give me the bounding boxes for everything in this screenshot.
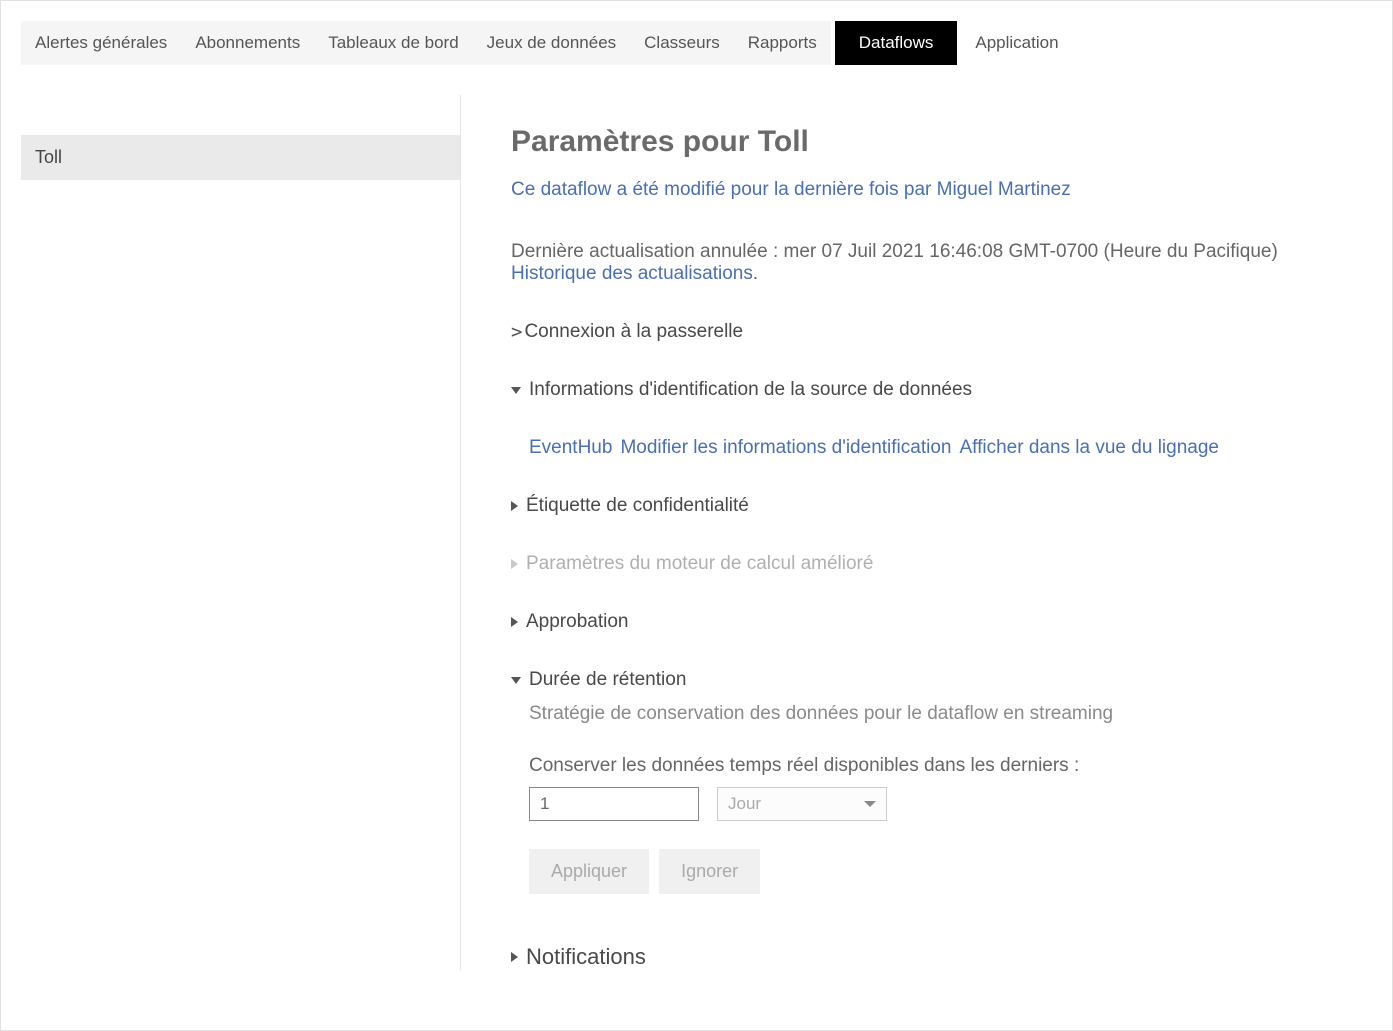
endorsement-header[interactable]: Approbation xyxy=(511,611,1362,633)
caret-down-icon xyxy=(511,677,521,684)
section-ds-credentials: Informations d'identification de la sour… xyxy=(511,379,1362,459)
refresh-block: Dernière actualisation annulée : mer 07 … xyxy=(511,241,1362,285)
retention-inputs: Jour xyxy=(529,787,1362,821)
sidebar-item-toll[interactable]: Toll xyxy=(21,135,460,180)
section-endorsement: Approbation xyxy=(511,611,1362,633)
retention-unit-text: Jour xyxy=(728,794,761,814)
ds-source-name: EventHub xyxy=(529,437,612,459)
retention-title-label: Durée de rétention xyxy=(529,669,686,691)
retention-buttons: Appliquer Ignorer xyxy=(529,849,1362,894)
retention-unit-select[interactable]: Jour xyxy=(717,787,887,821)
refresh-history-link[interactable]: Historique des actualisations xyxy=(511,263,753,284)
section-retention: Durée de rétention Stratégie de conserva… xyxy=(511,669,1362,894)
caret-right-icon xyxy=(511,559,518,569)
tab-application[interactable]: Application xyxy=(961,21,1072,65)
tab-workbooks[interactable]: Classeurs xyxy=(630,21,734,65)
section-enhanced-engine: Paramètres du moteur de calcul amélioré xyxy=(511,553,1362,575)
tab-reports[interactable]: Rapports xyxy=(734,21,831,65)
tab-datasets[interactable]: Jeux de données xyxy=(473,21,631,65)
content-area: Toll Paramètres pour Toll Ce dataflow a … xyxy=(1,95,1392,970)
tab-dashboards[interactable]: Tableaux de bord xyxy=(314,21,472,65)
tabs-bar: Alertes générales Abonnements Tableaux d… xyxy=(1,1,1392,65)
ds-credentials-label: Informations d'identification de la sour… xyxy=(529,379,972,401)
sensitivity-label-header[interactable]: Étiquette de confidentialité xyxy=(511,495,1362,517)
tab-general-alerts[interactable]: Alertes générales xyxy=(21,21,181,65)
edit-credentials-link[interactable]: Modifier les informations d'identificati… xyxy=(620,437,951,459)
ds-credentials-body: EventHub Modifier les informations d'ide… xyxy=(529,437,1362,459)
caret-right-icon: > xyxy=(511,321,522,343)
caret-right-icon xyxy=(511,501,518,511)
chevron-down-icon xyxy=(864,801,876,807)
retention-header[interactable]: Durée de rétention xyxy=(511,669,1362,691)
discard-button[interactable]: Ignorer xyxy=(659,849,760,894)
tab-dataflows[interactable]: Dataflows xyxy=(835,21,958,65)
caret-right-icon xyxy=(511,952,518,962)
period: . xyxy=(753,263,758,284)
retention-value-input[interactable] xyxy=(529,787,699,821)
notifications-label: Notifications xyxy=(526,944,646,970)
enhanced-engine-header: Paramètres du moteur de calcul amélioré xyxy=(511,553,1362,575)
gateway-connection-label: Connexion à la passerelle xyxy=(524,321,743,343)
modified-by-link[interactable]: Ce dataflow a été modifié pour la derniè… xyxy=(511,179,1362,201)
caret-down-icon xyxy=(511,387,521,394)
tab-subscriptions[interactable]: Abonnements xyxy=(181,21,314,65)
ds-credentials-header[interactable]: Informations d'identification de la sour… xyxy=(511,379,1362,401)
gateway-connection-header[interactable]: > Connexion à la passerelle xyxy=(511,321,1362,343)
lineage-view-link[interactable]: Afficher dans la vue du lignage xyxy=(959,437,1219,459)
retention-body: Stratégie de conservation des données po… xyxy=(529,703,1362,894)
main-panel: Paramètres pour Toll Ce dataflow a été m… xyxy=(461,95,1392,970)
section-gateway-connection: > Connexion à la passerelle xyxy=(511,321,1362,343)
section-notifications: Notifications xyxy=(511,944,1362,970)
caret-right-icon xyxy=(511,617,518,627)
retention-keep-label: Conserver les données temps réel disponi… xyxy=(529,755,1362,777)
retention-subtitle: Stratégie de conservation des données po… xyxy=(529,703,1362,725)
sensitivity-label-text: Étiquette de confidentialité xyxy=(526,495,749,517)
apply-button[interactable]: Appliquer xyxy=(529,849,649,894)
sidebar: Toll xyxy=(1,95,461,970)
section-sensitivity-label: Étiquette de confidentialité xyxy=(511,495,1362,517)
endorsement-label: Approbation xyxy=(526,611,628,633)
last-refresh-text: Dernière actualisation annulée : mer 07 … xyxy=(511,241,1278,262)
page-title: Paramètres pour Toll xyxy=(511,125,1362,159)
notifications-header[interactable]: Notifications xyxy=(511,944,1362,970)
enhanced-engine-label: Paramètres du moteur de calcul amélioré xyxy=(526,553,873,575)
